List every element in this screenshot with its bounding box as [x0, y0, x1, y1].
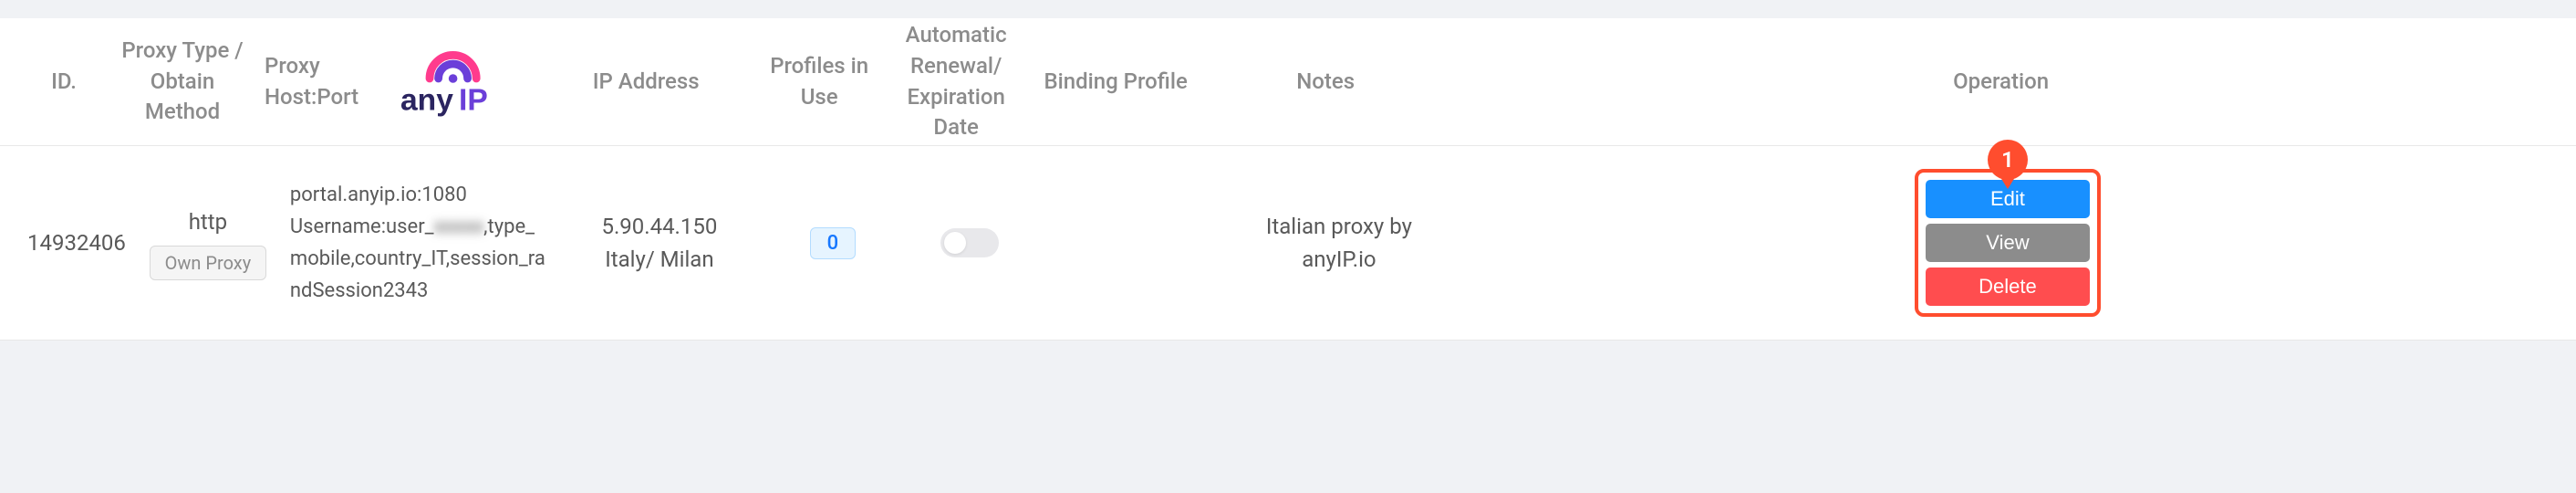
- cell-notes: Italian proxy by anyIP.io: [1220, 210, 1458, 276]
- cell-ip-address: 5.90.44.150 Italy/ Milan: [555, 210, 764, 276]
- table-header: ID. Proxy Type / Obtain Method Proxy Hos…: [0, 18, 2576, 146]
- cell-operation: 1 Edit View Delete: [1458, 169, 2558, 317]
- cell-host-port: portal.anyip.io:1080 Username:user_xxxxx…: [281, 179, 555, 308]
- view-button[interactable]: View: [1926, 224, 2090, 262]
- header-renewal: Automatic Renewal/ Expiration Date: [888, 20, 1024, 142]
- cell-proxy-type: http Own Proxy: [135, 205, 281, 280]
- anyip-logo: any IP: [386, 46, 532, 119]
- blurred-username: xxxxx: [434, 215, 484, 238]
- host-port-line2: Username:user_xxxxx,type_mobile,country_…: [290, 211, 545, 308]
- header-operation: Operation: [1444, 67, 2558, 98]
- header-binding: Binding Profile: [1024, 67, 1207, 98]
- cell-profiles: 0: [764, 227, 901, 259]
- proxy-table: ID. Proxy Type / Obtain Method Proxy Hos…: [0, 18, 2576, 341]
- svg-text:IP: IP: [459, 83, 488, 117]
- annotation-marker: 1: [1988, 140, 2028, 191]
- header-ip-address: IP Address: [541, 67, 751, 98]
- profiles-count-badge[interactable]: 0: [810, 227, 857, 259]
- header-profiles: Profiles in Use: [751, 51, 888, 112]
- cell-renewal: [901, 228, 1038, 257]
- toggle-knob: [944, 232, 966, 254]
- renewal-toggle[interactable]: [940, 228, 999, 257]
- own-proxy-badge: Own Proxy: [150, 246, 267, 280]
- table-row: 14932406 http Own Proxy portal.anyip.io:…: [0, 146, 2576, 341]
- annotation-marker-number: 1: [1988, 140, 2028, 180]
- header-id: ID.: [18, 67, 109, 98]
- delete-button[interactable]: Delete: [1926, 267, 2090, 306]
- header-proxy-type: Proxy Type / Obtain Method: [109, 36, 255, 128]
- host-port-line1: portal.anyip.io:1080: [290, 179, 545, 211]
- header-host-port: Proxy Host:Port any IP: [255, 46, 541, 119]
- svg-text:any: any: [400, 83, 453, 117]
- header-notes: Notes: [1207, 67, 1444, 98]
- operation-buttons-highlight: Edit View Delete: [1915, 169, 2101, 317]
- cell-id: 14932406: [18, 226, 135, 259]
